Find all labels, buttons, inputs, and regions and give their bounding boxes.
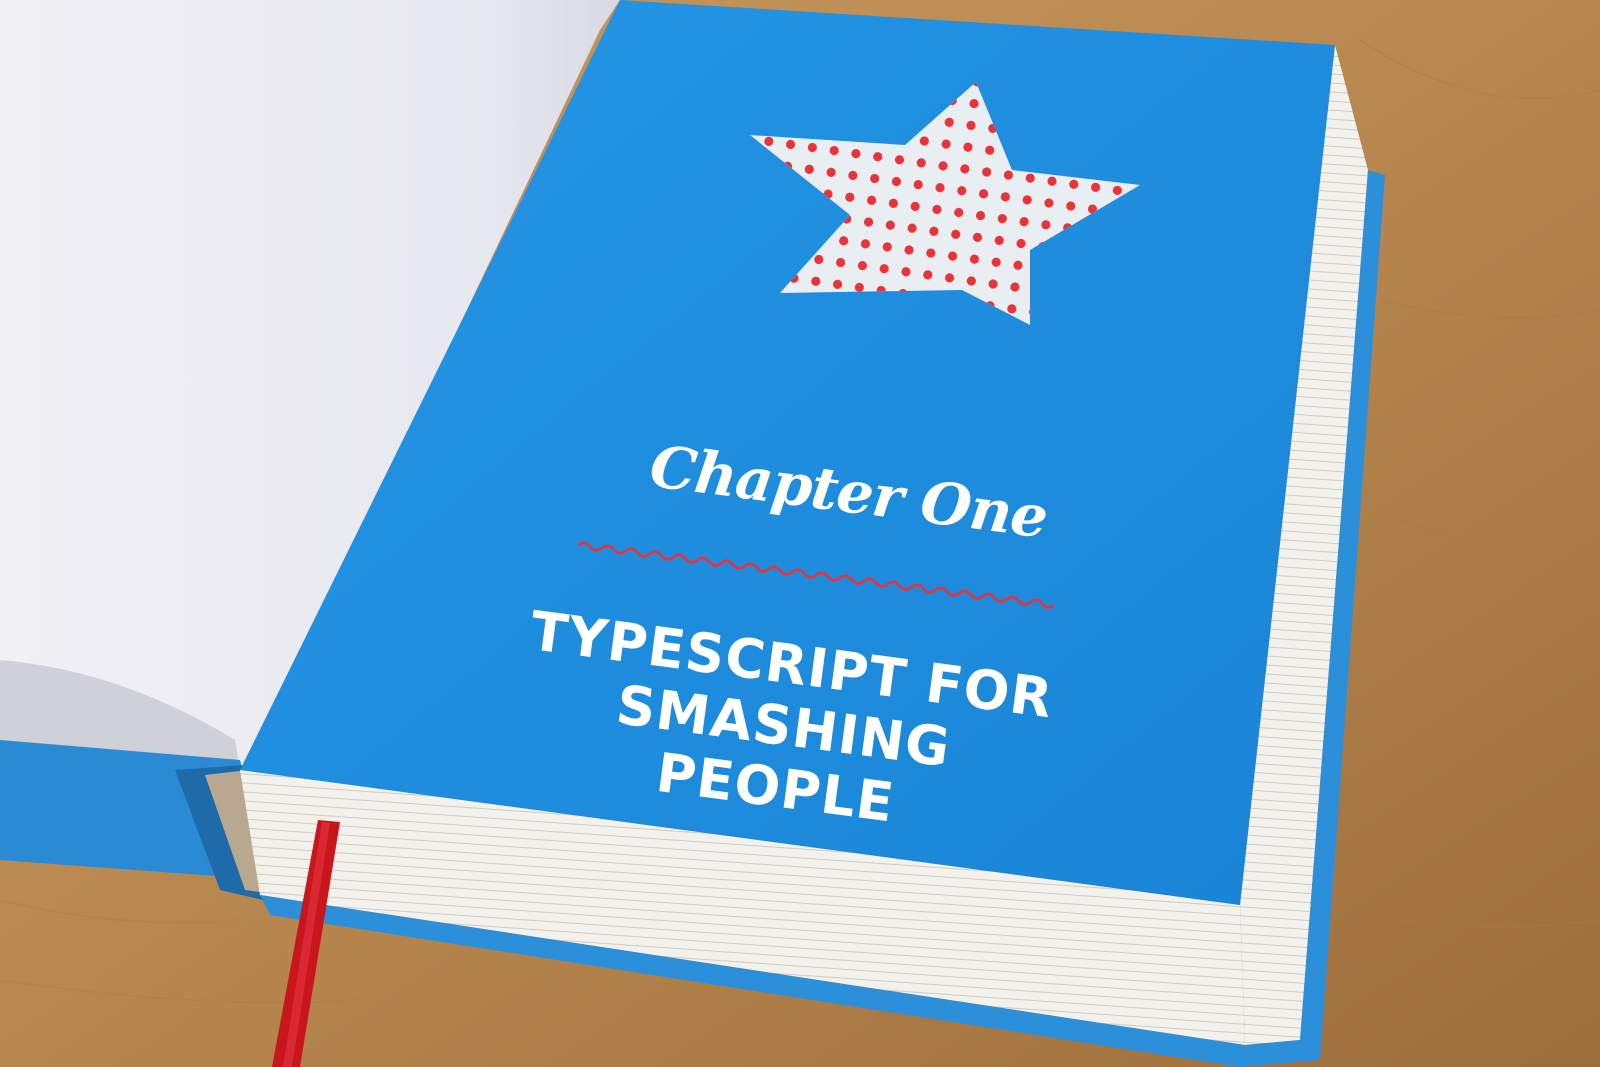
photo-scene: Chapter One TYPESCRIPT FOR SMASHING PEOP…	[0, 0, 1600, 1067]
book-photo	[0, 0, 1600, 1067]
